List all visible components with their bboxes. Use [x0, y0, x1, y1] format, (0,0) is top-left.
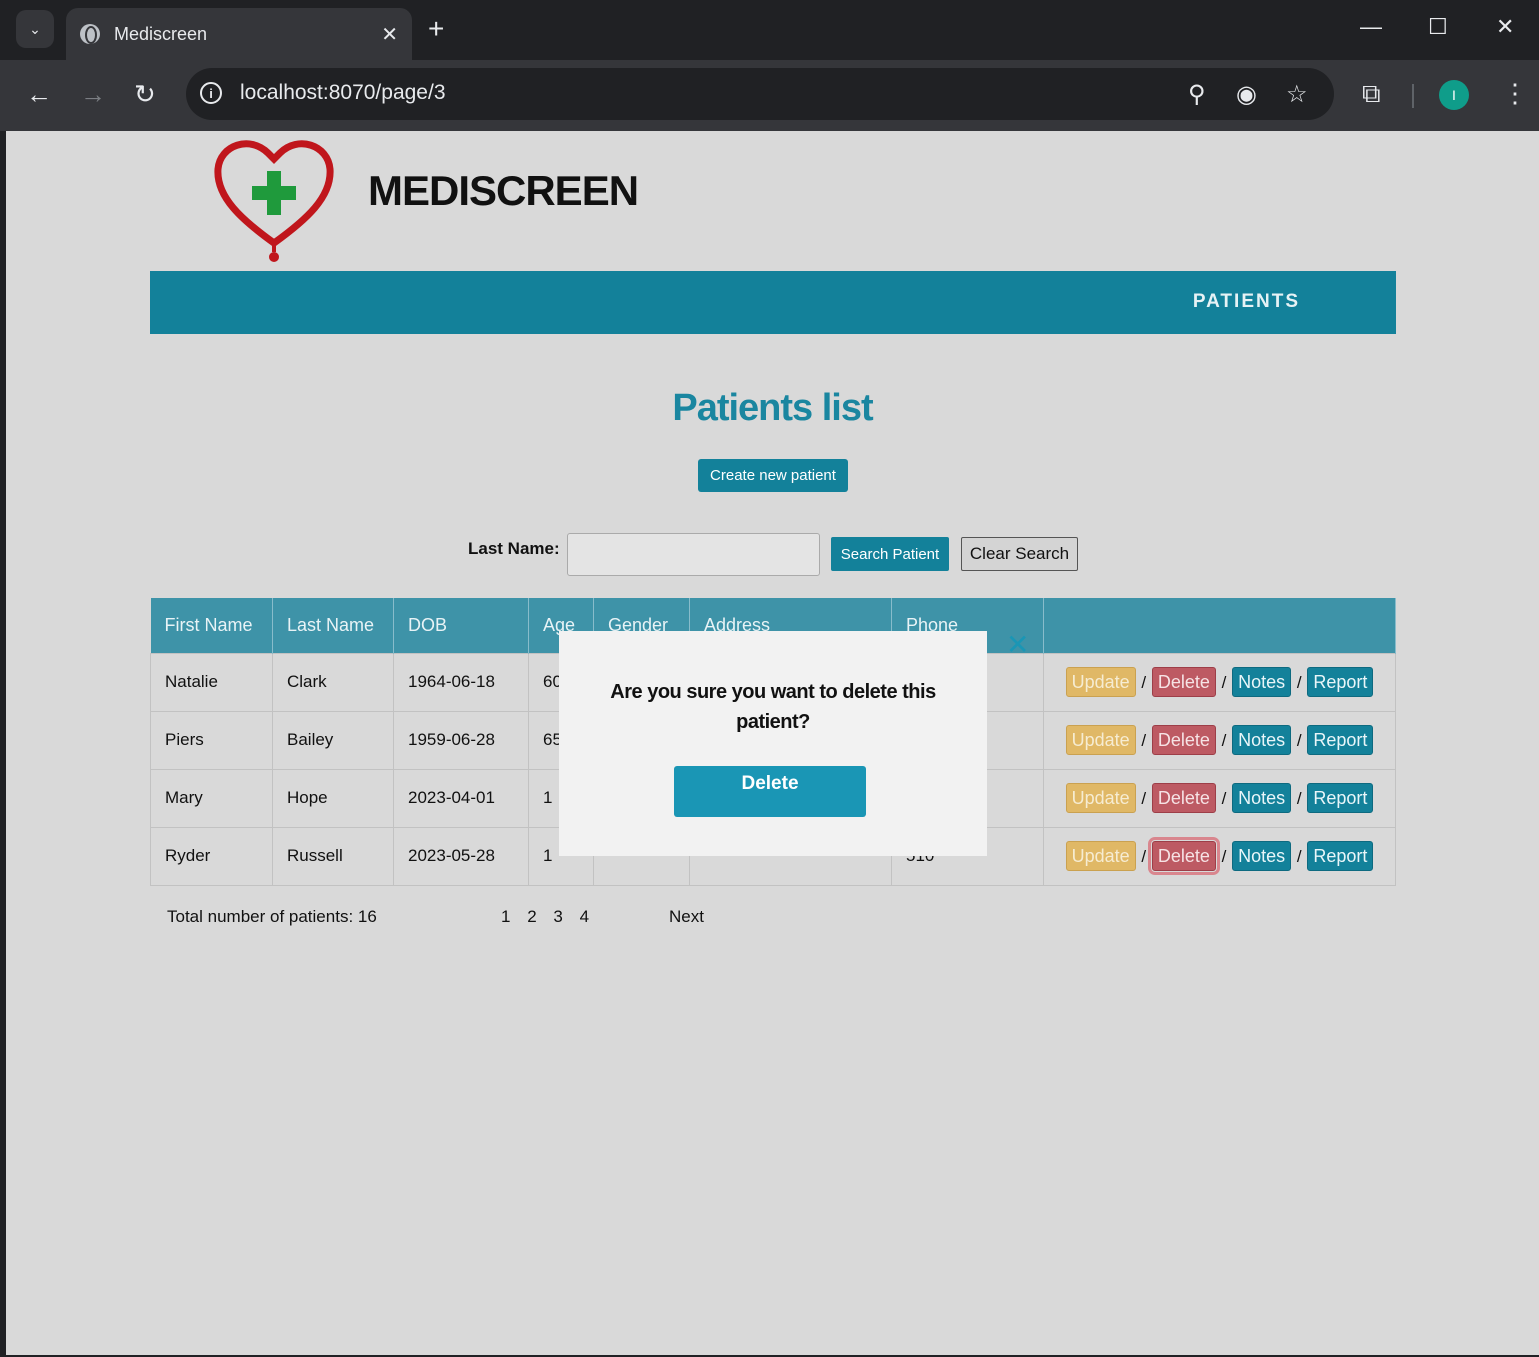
- column-header: First Name: [150, 598, 273, 653]
- separator: /: [1296, 731, 1302, 750]
- toolbar-divider: [1412, 84, 1414, 108]
- eye-icon[interactable]: ◉: [1236, 80, 1257, 109]
- window-close-icon[interactable]: ✕: [1496, 14, 1514, 40]
- delete-confirm-modal: Are you sure you want to delete this pat…: [559, 631, 987, 856]
- profile-avatar[interactable]: I: [1439, 80, 1469, 110]
- tab-title: Mediscreen: [114, 23, 208, 44]
- nav-link-patients[interactable]: PATIENTS: [1193, 291, 1300, 313]
- separator: /: [1296, 789, 1302, 808]
- modal-message: Are you sure you want to delete this pat…: [610, 681, 936, 733]
- main-nav: PATIENTS: [150, 271, 1396, 334]
- notes-button[interactable]: Notes: [1232, 725, 1292, 755]
- bookmark-star-icon[interactable]: ☆: [1286, 80, 1308, 109]
- cell-dob: 2023-05-28: [393, 826, 529, 886]
- heart-cross-logo: [214, 140, 334, 262]
- cell-actions: Update / Delete / Notes / Report: [1043, 768, 1396, 828]
- cell-dob: 2023-04-01: [393, 768, 529, 828]
- separator: /: [1221, 731, 1227, 750]
- column-header: DOB: [393, 598, 529, 653]
- notes-button[interactable]: Notes: [1232, 841, 1292, 871]
- cell-first-name: Ryder: [150, 826, 273, 886]
- extensions-icon[interactable]: ⧉: [1362, 78, 1381, 110]
- column-header: Last Name: [272, 598, 394, 653]
- tab-close-icon[interactable]: ✕: [381, 22, 398, 47]
- cell-first-name: Piers: [150, 710, 273, 770]
- page-link[interactable]: 1: [501, 907, 510, 926]
- report-button[interactable]: Report: [1307, 841, 1374, 871]
- separator: /: [1296, 847, 1302, 866]
- separator: /: [1221, 847, 1227, 866]
- notes-button[interactable]: Notes: [1232, 667, 1292, 697]
- tab-search-button[interactable]: ⌄: [16, 10, 54, 48]
- notes-button[interactable]: Notes: [1232, 783, 1292, 813]
- cell-actions: Update / Delete / Notes / Report: [1043, 826, 1396, 886]
- cell-actions: Update / Delete / Notes / Report: [1043, 710, 1396, 770]
- browser-toolbar: ← → ↻ i localhost:8070/page/3 ⚲ ◉ ☆ ⧉ I …: [0, 60, 1539, 131]
- cell-actions: Update / Delete / Notes / Report: [1043, 652, 1396, 712]
- delete-button[interactable]: Delete: [1151, 783, 1216, 813]
- separator: /: [1221, 789, 1227, 808]
- report-button[interactable]: Report: [1307, 783, 1374, 813]
- cell-dob: 1959-06-28: [393, 710, 529, 770]
- page-viewport: MEDISCREEN PATIENTS Patients list Create…: [6, 131, 1539, 1355]
- page-link[interactable]: 2: [527, 907, 536, 926]
- page-link[interactable]: 4: [580, 907, 589, 926]
- separator: /: [1141, 731, 1147, 750]
- last-name-input[interactable]: [567, 533, 820, 576]
- cell-first-name: Mary: [150, 768, 273, 828]
- update-button[interactable]: Update: [1065, 841, 1136, 871]
- update-button[interactable]: Update: [1065, 667, 1136, 697]
- site-info-icon[interactable]: i: [200, 82, 222, 104]
- tab-strip: ⌄ Mediscreen ✕ + — ☐ ✕: [0, 0, 1539, 60]
- browser-tab[interactable]: Mediscreen ✕: [66, 8, 412, 60]
- cell-last-name: Bailey: [272, 710, 394, 770]
- search-patient-button[interactable]: Search Patient: [831, 537, 949, 571]
- minimize-icon[interactable]: —: [1360, 14, 1382, 40]
- cell-last-name: Hope: [272, 768, 394, 828]
- cell-first-name: Natalie: [150, 652, 273, 712]
- maximize-icon[interactable]: ☐: [1428, 14, 1448, 40]
- zoom-icon[interactable]: ⚲: [1188, 80, 1206, 109]
- report-button[interactable]: Report: [1307, 725, 1374, 755]
- clear-search-button[interactable]: Clear Search: [961, 537, 1078, 571]
- cell-last-name: Clark: [272, 652, 394, 712]
- address-bar[interactable]: i localhost:8070/page/3 ⚲ ◉ ☆: [186, 68, 1334, 120]
- delete-button[interactable]: Delete: [1147, 837, 1220, 875]
- page-link[interactable]: 3: [553, 907, 562, 926]
- globe-icon: [80, 24, 100, 44]
- forward-icon[interactable]: →: [80, 80, 106, 108]
- separator: /: [1296, 673, 1302, 692]
- total-patients-text: Total number of patients: 16: [167, 907, 377, 926]
- cell-last-name: Russell: [272, 826, 394, 886]
- last-name-label: Last Name:: [468, 539, 560, 558]
- create-patient-button[interactable]: Create new patient: [698, 459, 848, 492]
- menu-kebab-icon[interactable]: ⋮: [1502, 78, 1528, 109]
- separator: /: [1221, 673, 1227, 692]
- separator: /: [1141, 789, 1147, 808]
- report-button[interactable]: Report: [1307, 667, 1374, 697]
- cell-dob: 1964-06-18: [393, 652, 529, 712]
- update-button[interactable]: Update: [1065, 783, 1136, 813]
- modal-close-icon[interactable]: ✕: [1006, 631, 1029, 659]
- pagination: 1 2 3 4: [501, 907, 601, 927]
- new-tab-button[interactable]: +: [428, 14, 444, 44]
- delete-button[interactable]: Delete: [1151, 725, 1216, 755]
- delete-button[interactable]: Delete: [1151, 667, 1216, 697]
- separator: /: [1141, 847, 1147, 866]
- page-title: Patients list: [672, 387, 873, 429]
- separator: /: [1141, 673, 1147, 692]
- modal-delete-button[interactable]: Delete: [674, 766, 866, 817]
- next-page-link[interactable]: Next: [669, 907, 704, 927]
- column-header: [1043, 598, 1396, 653]
- brand-name: MEDISCREEN: [368, 167, 639, 214]
- url-text[interactable]: localhost:8070/page/3: [240, 81, 446, 105]
- reload-icon[interactable]: ↻: [134, 80, 156, 108]
- update-button[interactable]: Update: [1065, 725, 1136, 755]
- back-icon[interactable]: ←: [26, 80, 52, 108]
